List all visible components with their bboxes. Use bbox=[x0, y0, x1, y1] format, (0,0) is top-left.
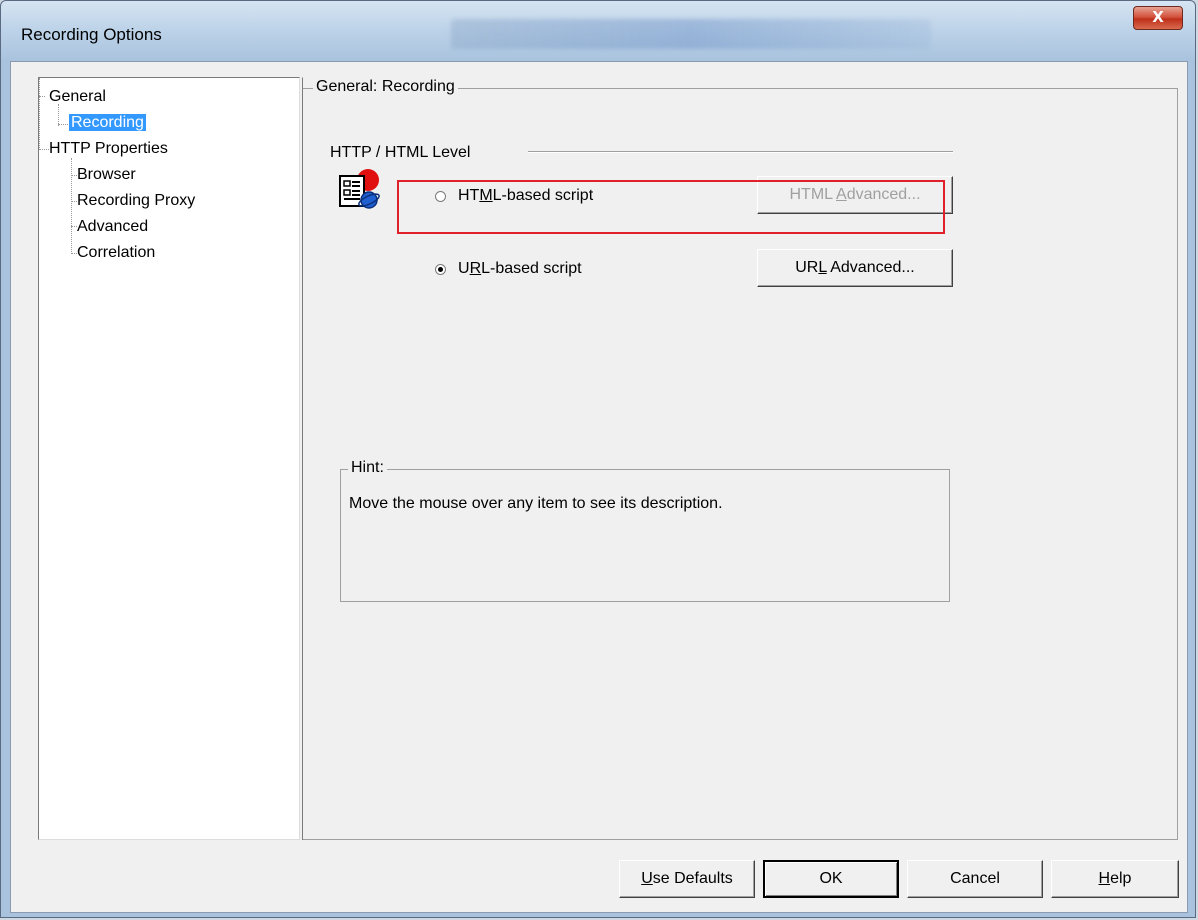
tree-item-http-properties[interactable]: HTTP Properties bbox=[49, 140, 168, 158]
hint-text: Move the mouse over any item to see its … bbox=[349, 495, 723, 512]
tree-connector bbox=[58, 124, 68, 125]
app-recording-icon bbox=[339, 169, 380, 209]
hint-title: Hint: bbox=[348, 459, 387, 477]
tree-item-label: HTTP Properties bbox=[49, 140, 168, 157]
tree-item-general[interactable]: General bbox=[49, 88, 106, 106]
hint-box bbox=[340, 469, 950, 602]
group-title: General: Recording bbox=[313, 78, 458, 96]
help-button[interactable]: Help bbox=[1051, 860, 1179, 898]
tree-item-correlation[interactable]: Correlation bbox=[77, 244, 155, 262]
tree-item-recording[interactable]: Recording bbox=[69, 114, 146, 132]
tree-item-recording-proxy[interactable]: Recording Proxy bbox=[77, 192, 195, 210]
title-bar[interactable]: Recording Options X bbox=[1, 1, 1197, 61]
close-icon: X bbox=[1152, 8, 1164, 26]
url-option-label: URL-based script bbox=[458, 260, 582, 277]
background-window-title bbox=[451, 19, 931, 49]
use-defaults-button[interactable]: Use Defaults bbox=[619, 860, 755, 898]
options-tree[interactable]: General Recording HTTP Properties Browse… bbox=[38, 77, 300, 840]
tree-item-label: Browser bbox=[77, 166, 136, 183]
tree-item-advanced[interactable]: Advanced bbox=[77, 218, 148, 236]
close-button[interactable]: X bbox=[1133, 6, 1183, 30]
tree-item-label: Advanced bbox=[77, 218, 149, 235]
tree-connector bbox=[39, 78, 40, 150]
url-advanced-button[interactable]: URL Advanced... bbox=[757, 249, 953, 287]
tree-item-label: General bbox=[49, 88, 106, 105]
section-divider bbox=[528, 151, 953, 153]
tree-item-label: Recording Proxy bbox=[77, 192, 196, 209]
cancel-button[interactable]: Cancel bbox=[907, 860, 1043, 898]
tree-item-browser[interactable]: Browser bbox=[77, 166, 136, 184]
tree-connector bbox=[71, 158, 72, 254]
window-title: Recording Options bbox=[21, 25, 162, 44]
radio-circle bbox=[435, 263, 446, 275]
recording-options-window: Recording Options X General Recording HT… bbox=[0, 0, 1196, 918]
url-option-highlight bbox=[397, 180, 945, 234]
section-title: HTTP / HTML Level bbox=[327, 144, 474, 162]
tree-item-label: Correlation bbox=[77, 244, 156, 261]
tree-item-label: Recording bbox=[69, 114, 146, 131]
tree-connector bbox=[39, 149, 49, 150]
ok-button[interactable]: OK bbox=[763, 860, 899, 898]
tree-connector bbox=[58, 104, 59, 126]
url-based-script-radio[interactable]: URL-based script bbox=[435, 260, 582, 278]
